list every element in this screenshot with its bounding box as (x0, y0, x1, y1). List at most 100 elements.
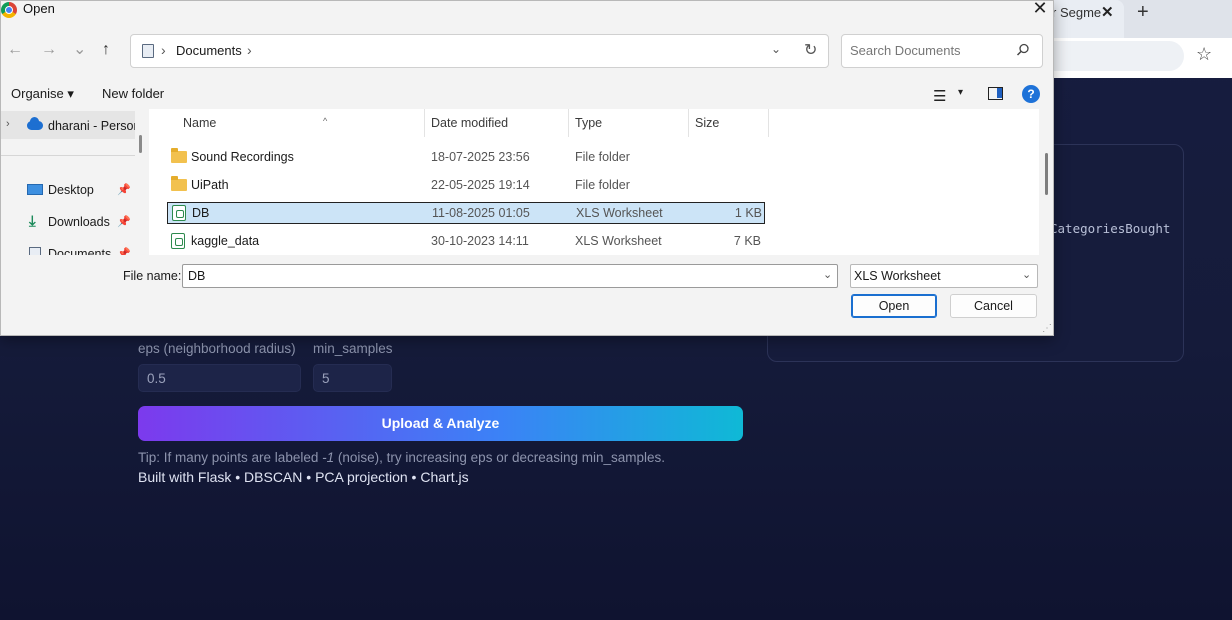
file-name-value: DB (188, 269, 206, 283)
search-placeholder: Search Documents (850, 43, 961, 58)
nav-pane-scrollbar[interactable] (139, 135, 142, 153)
file-list-scrollbar-thumb[interactable] (1045, 153, 1048, 195)
file-date: 11-08-2025 01:05 (432, 206, 530, 220)
column-header-label: Date modified (431, 116, 509, 130)
organise-menu-button[interactable]: Organise ▾ (11, 86, 74, 102)
forward-arrow-icon[interactable]: → (41, 41, 57, 59)
dialog-title: Open (23, 1, 55, 16)
file-list: Name ^ Date modified Type Size Sound Rec… (149, 109, 1039, 255)
sidebar-item-desktop[interactable]: Desktop 📌 (27, 181, 135, 201)
back-arrow-icon[interactable]: ← (7, 41, 23, 59)
sort-ascending-icon: ^ (323, 116, 328, 126)
open-file-dialog: Open ✕ ← → ⌄ ↑ › Documents › ⌄ ↻ Search … (0, 0, 1054, 336)
tip-prefix: Tip: If many points are labeled (138, 450, 323, 465)
column-header-type[interactable]: Type (569, 109, 689, 137)
up-arrow-icon[interactable]: ↑ (102, 41, 110, 59)
column-header-size[interactable]: Size (689, 109, 769, 137)
column-header-label: Size (695, 116, 720, 130)
tip-noise-value: -1 (322, 450, 335, 465)
sidebar-item-label: Downloads (48, 215, 110, 229)
file-row-kaggle-data[interactable]: kaggle_data 30-10-2023 14:11 XLS Workshe… (167, 231, 765, 253)
bookmark-star-icon[interactable]: ☆ (1196, 44, 1212, 65)
tip-text: Tip: If many points are labeled -1 (nois… (138, 450, 665, 465)
min-samples-input[interactable]: 5 (313, 364, 392, 392)
sidebar-item-onedrive[interactable]: › dharani - Personal (1, 111, 135, 139)
pin-icon: 📌 (117, 184, 131, 196)
download-arrow-icon: ⤓ (29, 213, 36, 230)
file-type-select[interactable]: XLS Worksheet ⌄ (850, 264, 1038, 288)
file-name: kaggle_data (191, 234, 260, 248)
command-bar: Organise ▾ New folder ☰ ▾ ? (1, 81, 1053, 109)
file-name: DB (192, 206, 210, 220)
chevron-down-icon[interactable]: ⌄ (1022, 268, 1031, 281)
onedrive-cloud-icon (27, 117, 43, 130)
column-header-date[interactable]: Date modified (425, 109, 569, 137)
file-type: File folder (575, 178, 630, 192)
file-type: XLS Worksheet (576, 206, 663, 220)
upload-analyze-button[interactable]: Upload & Analyze (138, 406, 743, 441)
column-divider[interactable] (768, 109, 769, 137)
footer-text: Built with Flask • DBSCAN • PCA projecti… (138, 469, 469, 485)
open-button[interactable]: Open (851, 294, 937, 318)
dialog-titlebar: Open ✕ (1, 0, 1053, 23)
file-name-label: File name: (123, 269, 182, 283)
file-size: 7 KB (733, 234, 761, 248)
chrome-icon (1, 2, 17, 18)
file-row-uipath[interactable]: UiPath 22-05-2025 19:14 File folder (167, 175, 765, 197)
new-tab-icon[interactable]: + (1137, 1, 1149, 24)
pin-icon: 📌 (117, 248, 131, 255)
navigation-pane: › dharani - Personal Desktop 📌 ⤓ Downloa… (1, 109, 135, 255)
breadcrumb-separator[interactable]: › (247, 42, 252, 58)
breadcrumb-documents[interactable]: Documents (176, 43, 242, 58)
xls-file-icon (172, 205, 186, 221)
file-type: File folder (575, 150, 630, 164)
file-name: Sound Recordings (191, 150, 294, 164)
file-date: 22-05-2025 19:14 (431, 178, 530, 192)
chevron-down-icon[interactable]: ⌄ (771, 42, 781, 56)
help-icon[interactable]: ? (1022, 85, 1040, 103)
refresh-icon[interactable]: ↻ (804, 40, 817, 60)
column-header-label: Type (575, 116, 603, 130)
cancel-button[interactable]: Cancel (950, 294, 1037, 318)
documents-icon (29, 247, 41, 255)
file-row-db[interactable]: DB 11-08-2025 01:05 XLS Worksheet 1 KB (167, 202, 765, 224)
view-dropdown-icon[interactable]: ▾ (958, 87, 963, 98)
new-folder-button[interactable]: New folder (102, 86, 164, 101)
folder-icon (171, 176, 187, 191)
column-header-label: Name (183, 116, 217, 130)
location-bar[interactable]: › Documents › ⌄ ↻ (130, 34, 829, 68)
view-options-icon[interactable]: ☰ (933, 87, 946, 105)
search-icon[interactable] (1016, 43, 1030, 57)
sidebar-item-label: Desktop (48, 183, 94, 197)
pin-icon: 📌 (117, 216, 131, 228)
file-name: UiPath (191, 178, 229, 192)
search-input[interactable]: Search Documents (841, 34, 1043, 68)
sidebar-item-documents[interactable]: Documents 📌 (27, 245, 135, 255)
expand-chevron-icon[interactable]: › (6, 118, 10, 130)
min-samples-label: min_samples (313, 341, 393, 356)
eps-label: eps (neighborhood radius) (138, 341, 296, 356)
resize-grip-icon[interactable]: ⋰ (1042, 323, 1052, 334)
dialog-close-icon[interactable]: ✕ (1029, 0, 1051, 20)
xls-file-icon (171, 233, 185, 249)
column-header-name[interactable]: Name ^ (177, 109, 417, 137)
sidebar-item-downloads[interactable]: ⤓ Downloads 📌 (27, 213, 135, 233)
file-date: 30-10-2023 14:11 (431, 234, 529, 248)
address-bar[interactable] (1040, 41, 1184, 71)
recent-locations-icon[interactable]: ⌄ (73, 39, 86, 59)
browser-tab-title: r Segme (1052, 5, 1102, 20)
file-row-sound-recordings[interactable]: Sound Recordings 18-07-2025 23:56 File f… (167, 147, 765, 169)
sidebar-item-label: dharani - Personal (48, 119, 135, 133)
chevron-down-icon[interactable]: ⌄ (823, 268, 832, 281)
nav-divider (1, 155, 135, 156)
tab-close-icon[interactable]: ✕ (1101, 3, 1114, 21)
breadcrumb-separator[interactable]: › (161, 42, 166, 58)
features-text: CategoriesBought (1050, 221, 1171, 236)
desktop-icon (27, 184, 43, 195)
documents-location-icon (142, 44, 154, 58)
eps-input[interactable]: 0.5 (138, 364, 301, 392)
sidebar-item-label: Documents (48, 247, 112, 255)
file-date: 18-07-2025 23:56 (431, 150, 530, 164)
preview-pane-icon[interactable] (988, 87, 1003, 100)
file-name-input[interactable]: DB ⌄ (182, 264, 838, 288)
